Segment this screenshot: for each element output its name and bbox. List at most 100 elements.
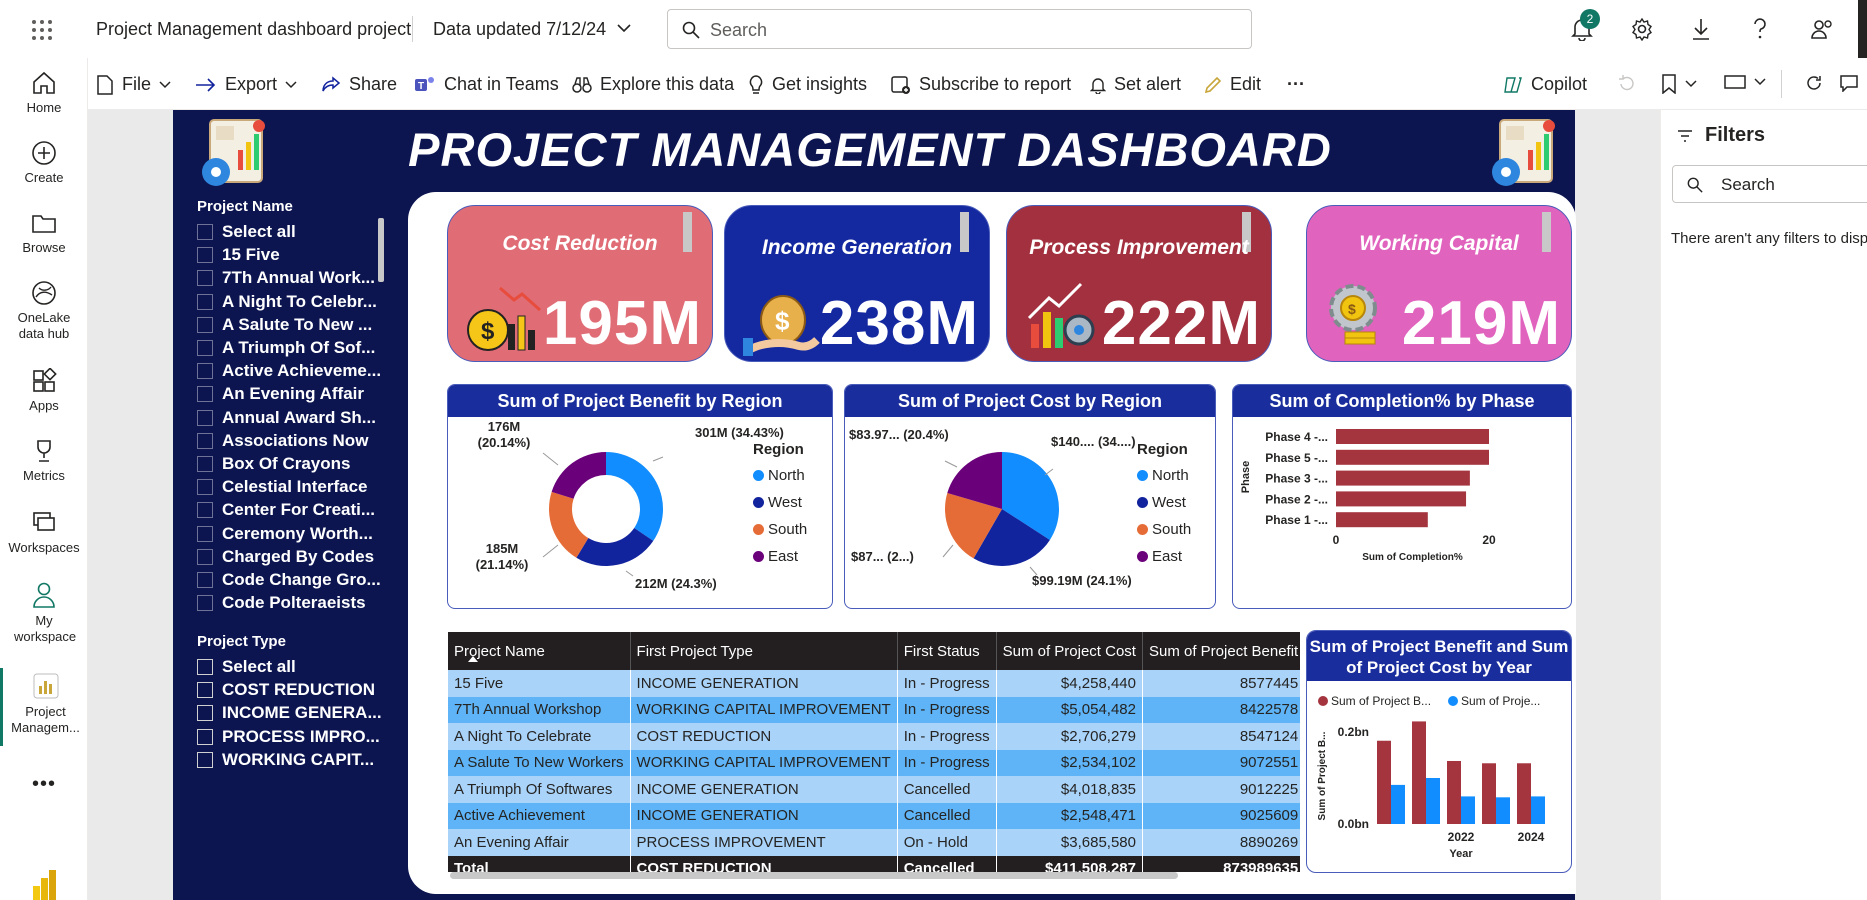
nav-my-workspace[interactable]: My workspace	[0, 581, 88, 645]
column-bar[interactable]	[1482, 763, 1496, 824]
file-menu-button[interactable]: File	[96, 74, 171, 95]
filters-search-input[interactable]: Search	[1672, 165, 1867, 203]
column-header[interactable]: Sum of Project Cost	[996, 632, 1143, 670]
column-bar[interactable]	[1391, 784, 1405, 824]
view-button[interactable]	[1724, 74, 1766, 90]
slicer-project-name-item[interactable]: Box Of Crayons	[197, 453, 350, 475]
checkbox[interactable]	[197, 548, 213, 565]
checkbox[interactable]	[197, 386, 213, 403]
legend-item-south[interactable]: South	[1137, 518, 1191, 540]
legend-item-west[interactable]: West	[753, 491, 807, 513]
nav-metrics[interactable]: Metrics	[0, 438, 88, 483]
checkbox[interactable]	[197, 340, 213, 356]
checkbox[interactable]	[197, 224, 213, 240]
checkbox[interactable]	[197, 705, 213, 722]
comment-icon[interactable]	[1839, 74, 1859, 92]
nav-workspaces[interactable]: Workspaces	[0, 510, 88, 555]
slicer-project-name-item[interactable]: Select all	[197, 221, 296, 243]
table-row[interactable]: 15 Five INCOME GENERATION In - Progress $4,…	[448, 670, 1300, 697]
bar[interactable]	[1336, 491, 1467, 507]
app-launcher-icon[interactable]	[31, 19, 53, 41]
chart-cost-by-region[interactable]: Sum of Project Cost by Region $140.... (…	[844, 384, 1216, 609]
get-insights-button[interactable]: Get insights	[748, 74, 867, 95]
projects-table[interactable]: Project Name First Project Type First Stat…	[448, 632, 1300, 872]
checkbox[interactable]	[197, 682, 213, 699]
undo-icon[interactable]	[1618, 74, 1636, 92]
search-input[interactable]: Search	[667, 9, 1252, 49]
checkbox[interactable]	[197, 432, 213, 449]
nav-onelake[interactable]: OneLake data hub	[0, 280, 88, 342]
checkbox[interactable]	[197, 595, 213, 612]
slicer-project-name-item[interactable]: Charged By Codes	[197, 546, 374, 568]
nav-browse[interactable]: Browse	[0, 210, 88, 255]
chat-in-teams-button[interactable]: T Chat in Teams	[414, 74, 559, 95]
help-icon[interactable]	[1752, 17, 1768, 41]
filters-header[interactable]: Filters	[1677, 124, 1765, 147]
edit-button[interactable]: Edit	[1204, 74, 1261, 95]
column-header[interactable]: First Project Type	[630, 632, 898, 670]
slicer-project-name-item[interactable]: Active Achieveme...	[197, 360, 381, 382]
subscribe-button[interactable]: Subscribe to report	[891, 74, 1071, 95]
checkbox[interactable]	[197, 247, 213, 264]
slicer-project-type-item[interactable]: Select all	[197, 656, 296, 678]
checkbox[interactable]	[197, 363, 213, 380]
checkbox[interactable]	[197, 659, 213, 675]
download-icon[interactable]	[1690, 17, 1712, 41]
copilot-button[interactable]: Copilot	[1503, 74, 1587, 95]
sort-ascending-icon[interactable]	[468, 656, 478, 662]
export-button[interactable]: Export	[195, 74, 297, 95]
column-bar[interactable]	[1426, 778, 1440, 824]
slicer-project-name-item[interactable]: Annual Award Sh...	[197, 407, 376, 429]
bookmark-button[interactable]	[1661, 74, 1697, 94]
table-row[interactable]: A Triumph Of Softwares INCOME GENERATION C…	[448, 776, 1300, 803]
nav-apps[interactable]: Apps	[0, 368, 88, 413]
slice-north[interactable]	[606, 452, 663, 541]
kpi-card-cost-reduction[interactable]: Cost Reduction $ 195M	[447, 205, 713, 362]
checkbox[interactable]	[197, 409, 213, 426]
slicer-project-name-item[interactable]: Celestial Interface	[197, 476, 368, 498]
set-alert-button[interactable]: Set alert	[1090, 74, 1181, 95]
kpi-card-working-capital[interactable]: Working Capital $ 219M	[1306, 205, 1572, 362]
column-bar[interactable]	[1531, 796, 1545, 824]
settings-gear-icon[interactable]	[1630, 17, 1654, 41]
slicer-project-name-item[interactable]: A Salute To New ...	[197, 314, 372, 336]
chart-completion-by-phase[interactable]: Sum of Completion% by Phase Phase 4 -...…	[1232, 384, 1572, 609]
more-options-icon[interactable]: •••	[0, 773, 88, 796]
legend-item-south[interactable]: South	[753, 518, 807, 540]
slice-west[interactable]	[576, 528, 654, 566]
bar[interactable]	[1336, 470, 1470, 486]
slicer-project-name-item[interactable]: Code Change Gro...	[197, 569, 381, 591]
nav-create[interactable]: Create	[0, 140, 88, 185]
share-button[interactable]: Share	[321, 74, 397, 95]
kpi-card-income-generation[interactable]: Income Generation $ 238M	[724, 205, 990, 362]
column-bar[interactable]	[1412, 721, 1426, 824]
checkbox[interactable]	[197, 270, 213, 287]
nav-home[interactable]: Home	[0, 70, 88, 115]
checkbox[interactable]	[197, 728, 213, 745]
slicer-project-name-item[interactable]: Ceremony Worth...	[197, 523, 373, 545]
table-horizontal-scrollbar[interactable]	[450, 872, 1178, 879]
table-row[interactable]: A Night To Celebrate COST REDUCTION In - P…	[448, 723, 1300, 750]
legend-item-west[interactable]: West	[1137, 491, 1191, 513]
slicer-project-type-item[interactable]: WORKING CAPIT...	[197, 749, 374, 771]
column-bar[interactable]	[1377, 740, 1391, 824]
chart-benefit-by-region[interactable]: Sum of Project Benefit by Region 301M (3…	[447, 384, 833, 609]
checkbox[interactable]	[197, 751, 213, 768]
slicer-project-name-item[interactable]: A Triumph Of Sof...	[197, 337, 375, 359]
checkbox[interactable]	[197, 293, 213, 310]
checkbox[interactable]	[197, 525, 213, 542]
slicer-project-name-item[interactable]: Center For Creati...	[197, 499, 375, 521]
bar[interactable]	[1336, 512, 1428, 528]
chevron-down-icon[interactable]	[617, 23, 631, 33]
checkbox[interactable]	[197, 572, 213, 588]
table-row[interactable]: Active Achievement INCOME GENERATION Cance…	[448, 802, 1300, 829]
chart-benefit-cost-by-year[interactable]: Sum of Project Benefit and Sum of Projec…	[1306, 630, 1572, 873]
legend-item-east[interactable]: East	[753, 545, 807, 567]
slicer-project-type-item[interactable]: PROCESS IMPRO...	[197, 726, 380, 748]
checkbox[interactable]	[197, 316, 213, 333]
table-row[interactable]: 7Th Annual Workshop WORKING CAPITAL IMPRO…	[448, 696, 1300, 723]
share-people-icon[interactable]	[1810, 17, 1834, 41]
refresh-icon[interactable]	[1805, 74, 1823, 92]
kpi-card-process-improvement[interactable]: Process Improvement 222M	[1006, 205, 1272, 362]
checkbox[interactable]	[197, 479, 213, 496]
